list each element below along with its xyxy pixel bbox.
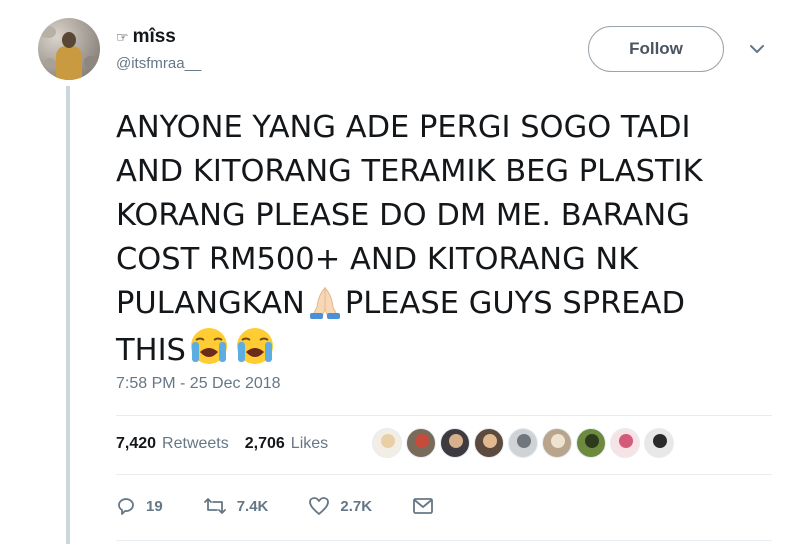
liker-avatar-face: [483, 434, 497, 448]
retweets-count[interactable]: 7,420: [116, 435, 156, 453]
tweet-line-segment: PULANGKAN: [116, 286, 305, 321]
pointing-hand-icon: ☞: [116, 28, 129, 45]
avatar-figure-body: [56, 46, 82, 80]
avatar-rock: [40, 26, 56, 38]
loudly-crying-face-emoji-icon: [190, 328, 227, 364]
tweet-line-with-emoji: PULANGKAN PLEASE GUYS SPREAD: [116, 282, 766, 326]
tweet-text: ANYONE YANG ADE PERGI SOGO TADI AND KITO…: [116, 106, 766, 373]
avatar-rock: [84, 56, 98, 68]
tweet-stats: 7,420 Retweets 2,706 Likes: [116, 435, 338, 453]
liker-avatar[interactable]: [474, 428, 504, 458]
liker-avatar[interactable]: [406, 428, 436, 458]
divider: [116, 474, 772, 475]
liker-avatar[interactable]: [610, 428, 640, 458]
follow-button[interactable]: Follow: [588, 26, 724, 72]
retweet-action[interactable]: 7.4K: [203, 496, 269, 516]
liker-avatar-face: [415, 434, 429, 448]
liker-avatars: [372, 428, 674, 458]
liker-avatar-face: [585, 434, 599, 448]
direct-message-action[interactable]: [412, 497, 434, 515]
liker-avatar-face: [449, 434, 463, 448]
liker-avatar[interactable]: [440, 428, 470, 458]
reply-icon[interactable]: [116, 496, 136, 516]
liker-avatar[interactable]: [372, 428, 402, 458]
reply-action[interactable]: 19: [116, 496, 163, 516]
tweet-line: ANYONE YANG ADE PERGI SOGO TADI: [116, 110, 691, 145]
retweet-icon[interactable]: [203, 496, 227, 516]
avatar-figure-head: [62, 32, 76, 48]
like-action[interactable]: 2.7K: [308, 496, 372, 516]
likes-count[interactable]: 2,706: [245, 435, 285, 453]
tweet-line-segment: PLEASE GUYS SPREAD: [344, 286, 685, 321]
folded-hands-emoji-icon: [309, 286, 340, 319]
author-name-row[interactable]: ☞ mîss: [116, 26, 176, 48]
tweet-line: KORANG PLEASE DO DM ME. BARANG: [116, 198, 690, 233]
retweets-label[interactable]: Retweets: [162, 435, 229, 453]
liker-avatar-face: [381, 434, 395, 448]
thread-line: [66, 86, 70, 544]
liker-avatar[interactable]: [508, 428, 538, 458]
loudly-crying-face-emoji-icon: [236, 328, 273, 364]
user-handle[interactable]: @itsfmraa__: [116, 55, 201, 72]
liker-avatar[interactable]: [644, 428, 674, 458]
liker-avatar[interactable]: [576, 428, 606, 458]
envelope-icon[interactable]: [412, 497, 434, 515]
divider: [116, 540, 772, 541]
liker-avatar-face: [619, 434, 633, 448]
retweet-count: 7.4K: [236, 497, 269, 515]
tweet-actions: 19 7.4K 2.7K: [116, 496, 474, 516]
liker-avatar-face: [517, 434, 531, 448]
tweet-line: COST RM500+ AND KITORANG NK: [116, 242, 639, 277]
reply-count: 19: [146, 497, 163, 515]
tweet-line-segment: THIS: [116, 333, 186, 368]
avatar-rock: [44, 58, 56, 68]
tweet-line: AND KITORANG TERAMIK BEG PLASTIK: [116, 154, 703, 189]
liker-avatar-face: [653, 434, 667, 448]
divider: [116, 415, 772, 416]
chevron-down-icon[interactable]: [748, 40, 766, 58]
tweet-timestamp[interactable]: 7:58 PM - 25 Dec 2018: [116, 375, 281, 393]
liker-avatar-face: [551, 434, 565, 448]
liker-avatar[interactable]: [542, 428, 572, 458]
heart-icon[interactable]: [308, 496, 330, 516]
avatar[interactable]: [38, 18, 100, 80]
display-name[interactable]: mîss: [133, 26, 176, 48]
tweet-line-with-emoji: THIS: [116, 326, 766, 373]
likes-label[interactable]: Likes: [291, 435, 328, 453]
like-count: 2.7K: [340, 497, 373, 515]
